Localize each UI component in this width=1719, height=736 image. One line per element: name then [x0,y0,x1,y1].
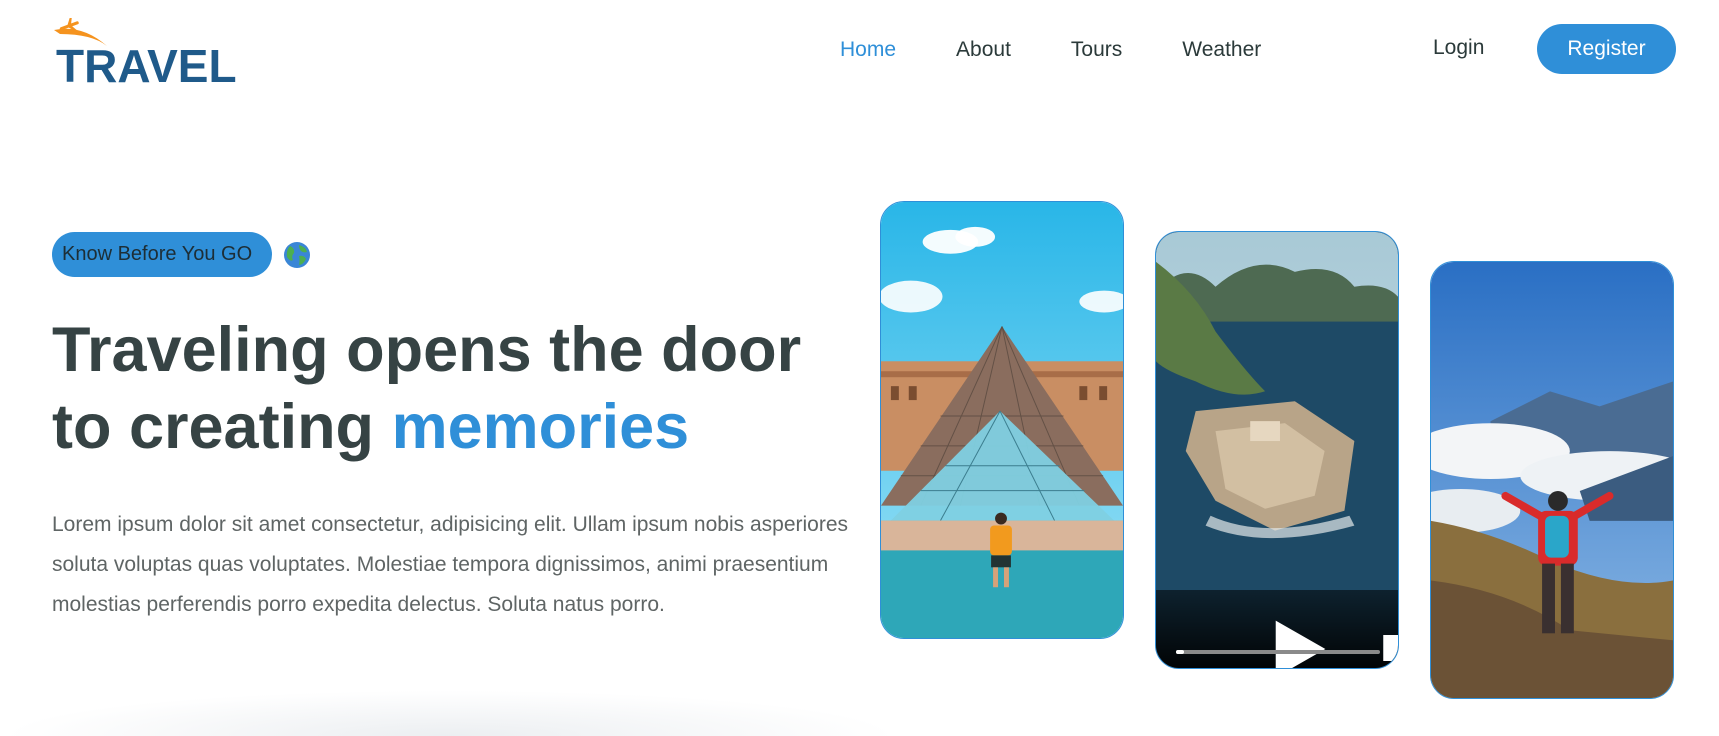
nav-weather[interactable]: Weather [1182,38,1261,62]
bottom-fade [0,690,900,736]
main-nav: Home About Tours Weather [840,30,1321,70]
know-before-badge: Know Before You GO [52,232,273,277]
headline-accent: memories [391,392,690,462]
video-controls [1156,590,1398,668]
globe-icon [284,241,311,268]
fortress-video-card[interactable] [1155,231,1399,669]
nav-home[interactable]: Home [840,38,896,62]
mountain-hiker-image [1431,262,1673,698]
hero-headline: Traveling opens the door to creating mem… [52,312,852,466]
louvre-image-card [880,201,1124,639]
site-header: TRAVEL Home About Tours Weather Login Re… [0,0,1719,110]
louvre-pyramid-image [881,202,1123,638]
hiker-image-card [1430,261,1674,699]
video-progress-bar[interactable] [1176,650,1380,654]
badge-row: Know Before You GO [52,232,312,277]
headline-line2: to creating [52,392,392,462]
headline-line1: Traveling opens the door [52,315,802,385]
nav-about[interactable]: About [956,38,1011,62]
travel-logo[interactable]: TRAVEL [52,18,242,90]
nav-tours[interactable]: Tours [1071,38,1122,62]
more-options-icon[interactable] [1364,608,1399,669]
register-button[interactable]: Register [1537,24,1676,74]
hero-description: Lorem ipsum dolor sit amet consectetur, … [52,513,849,616]
login-link[interactable]: Login [1433,36,1484,60]
logo-graphic: TRAVEL [54,18,237,90]
video-progress-fill [1176,650,1185,654]
logo-text: TRAVEL [56,40,237,90]
